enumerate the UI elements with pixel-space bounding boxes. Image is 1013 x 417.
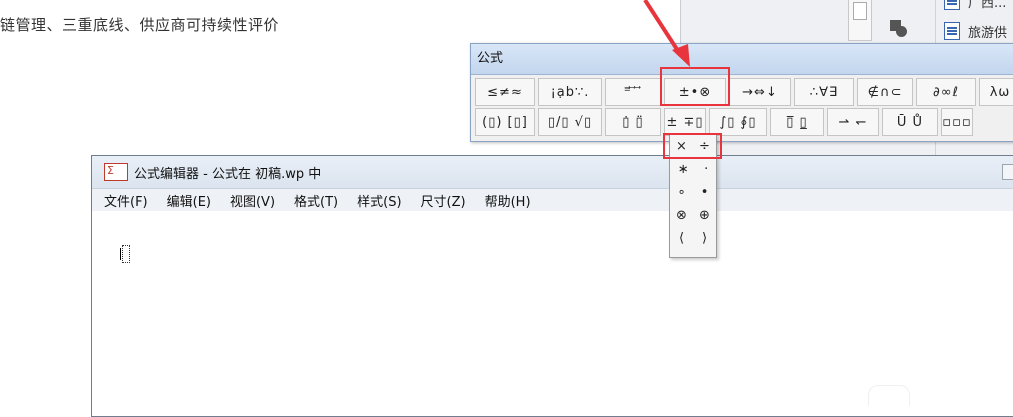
red-pointer-arrow-icon [643,0,690,67]
watermark-logo [868,385,910,406]
